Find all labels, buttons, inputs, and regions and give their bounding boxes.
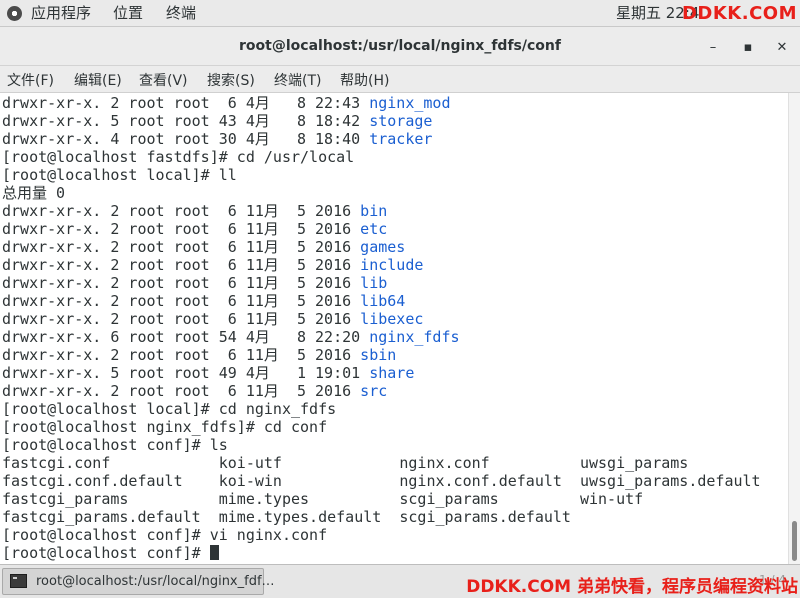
directory-name: bin — [360, 202, 388, 220]
watermark-top: DDKK.COM — [681, 3, 797, 24]
directory-name: storage — [369, 112, 433, 130]
terminal-line: drwxr-xr-x. 2 root root 6 11月 5 2016 lib… — [2, 310, 423, 328]
terminal-line: fastcgi_params mime.types scgi_params wi… — [2, 490, 643, 508]
line-text: drwxr-xr-x. 4 root root 30 4月 8 18:40 — [2, 130, 370, 148]
scrollbar-thumb[interactable] — [792, 521, 797, 561]
directory-name: lib — [360, 274, 388, 292]
directory-name: lib64 — [360, 292, 406, 310]
line-text: drwxr-xr-x. 2 root root 6 11月 5 2016 — [2, 274, 361, 292]
terminal-line: drwxr-xr-x. 4 root root 30 4月 8 18:40 tr… — [2, 130, 432, 148]
text-cursor — [209, 545, 219, 560]
terminal-line: 总用量 0 — [2, 184, 65, 202]
terminal-line: drwxr-xr-x. 2 root root 6 11月 5 2016 inc… — [2, 256, 423, 274]
terminal-line: drwxr-xr-x. 2 root root 6 11月 5 2016 lib — [2, 274, 387, 292]
line-text: [root@localhost conf]# ls — [2, 436, 228, 454]
menu-help[interactable]: 帮助(H) — [340, 70, 389, 90]
line-text: fastcgi_params.default mime.types.defaul… — [2, 508, 571, 526]
terminal-line: drwxr-xr-x. 2 root root 6 4月 8 22:43 ngi… — [2, 94, 450, 112]
watermark-bottom: DDKK.COM 弟弟快看，程序员编程资料站 — [466, 577, 798, 597]
line-text: 总用量 0 — [2, 184, 66, 202]
terminal-line: fastcgi.conf koi-utf nginx.conf uwsgi_pa… — [2, 454, 688, 472]
terminal-line: drwxr-xr-x. 2 root root 6 11月 5 2016 lib… — [2, 292, 405, 310]
directory-name: tracker — [369, 130, 433, 148]
terminal-line: drwxr-xr-x. 5 root root 49 4月 1 19:01 sh… — [2, 364, 414, 382]
line-text: [root@localhost local]# cd nginx_fdfs — [2, 400, 337, 418]
terminal-output[interactable]: drwxr-xr-x. 2 root root 6 4月 8 22:43 ngi… — [0, 93, 788, 564]
directory-name: src — [360, 382, 388, 400]
top-panel: 应用程序 位置 终端 星期五 22:4 DDKK.COM — [0, 0, 800, 27]
directory-name: nginx_mod — [369, 94, 451, 112]
line-text: [root@localhost nginx_fdfs]# cd conf — [2, 418, 328, 436]
line-text: drwxr-xr-x. 2 root root 6 11月 5 2016 — [2, 292, 361, 310]
line-text: [root@localhost fastdfs]# cd /usr/local — [2, 148, 355, 166]
terminal-menu[interactable]: 终端 — [166, 4, 196, 22]
maximize-icon[interactable]: ▪ — [740, 40, 756, 56]
taskbar-window-label: root@localhost:/usr/local/nginx_fdf… — [36, 574, 275, 589]
line-text: drwxr-xr-x. 2 root root 6 11月 5 2016 — [2, 346, 361, 364]
terminal-line: [root@localhost conf]# ls — [2, 436, 228, 454]
terminal-line: [root@localhost conf]# — [2, 544, 219, 562]
menu-view[interactable]: 查看(V) — [139, 70, 188, 90]
menu-terminal[interactable]: 终端(T) — [274, 70, 321, 90]
line-text: fastcgi.conf.default koi-win nginx.conf.… — [2, 472, 761, 490]
minimize-icon[interactable]: – — [705, 40, 721, 56]
terminal-line: fastcgi.conf.default koi-win nginx.conf.… — [2, 472, 761, 490]
line-text: drwxr-xr-x. 2 root root 6 11月 5 2016 — [2, 220, 361, 238]
directory-name: libexec — [360, 310, 424, 328]
terminal-line: [root@localhost local]# ll — [2, 166, 237, 184]
terminal-line: drwxr-xr-x. 2 root root 6 11月 5 2016 bin — [2, 202, 387, 220]
directory-name: include — [360, 256, 424, 274]
directory-name: games — [360, 238, 406, 256]
menu-file[interactable]: 文件(F) — [7, 70, 54, 90]
line-text: drwxr-xr-x. 2 root root 6 11月 5 2016 — [2, 238, 361, 256]
terminal-line: [root@localhost fastdfs]# cd /usr/local — [2, 148, 354, 166]
terminal-line: drwxr-xr-x. 2 root root 6 11月 5 2016 sbi… — [2, 346, 396, 364]
directory-name: etc — [360, 220, 388, 238]
line-text: drwxr-xr-x. 5 root root 49 4月 1 19:01 — [2, 364, 370, 382]
line-text: [root@localhost conf]# vi nginx.conf — [2, 526, 328, 544]
line-text: fastcgi_params mime.types scgi_params wi… — [2, 490, 644, 508]
terminal-line: drwxr-xr-x. 5 root root 43 4月 8 18:42 st… — [2, 112, 432, 130]
line-text: drwxr-xr-x. 5 root root 43 4月 8 18:42 — [2, 112, 370, 130]
window-titlebar[interactable]: root@localhost:/usr/local/nginx_fdfs/con… — [0, 27, 800, 66]
terminal-line: drwxr-xr-x. 2 root root 6 11月 5 2016 etc — [2, 220, 387, 238]
terminal-scrollbar[interactable] — [788, 93, 800, 564]
terminal-line: drwxr-xr-x. 2 root root 6 11月 5 2016 gam… — [2, 238, 405, 256]
directory-name: sbin — [360, 346, 397, 364]
apps-menu-icon[interactable] — [7, 6, 22, 21]
menubar: 文件(F) 编辑(E) 查看(V) 搜索(S) 终端(T) 帮助(H) — [0, 66, 800, 93]
directory-name: share — [369, 364, 415, 382]
applications-menu[interactable]: 应用程序 — [31, 4, 91, 22]
terminal-line: drwxr-xr-x. 6 root root 54 4月 8 22:20 ng… — [2, 328, 460, 346]
menu-edit[interactable]: 编辑(E) — [74, 70, 122, 90]
window-title: root@localhost:/usr/local/nginx_fdfs/con… — [239, 38, 561, 54]
taskbar: root@localhost:/usr/local/nginx_fdf… 1 /… — [0, 564, 800, 598]
taskbar-window-button[interactable]: root@localhost:/usr/local/nginx_fdf… — [2, 568, 275, 595]
line-text: [root@localhost conf]# — [2, 544, 210, 562]
terminal-app-icon — [10, 574, 27, 588]
line-text: [root@localhost local]# ll — [2, 166, 237, 184]
terminal-line: [root@localhost conf]# vi nginx.conf — [2, 526, 327, 544]
terminal-line: [root@localhost local]# cd nginx_fdfs — [2, 400, 336, 418]
line-text: fastcgi.conf koi-utf nginx.conf uwsgi_pa… — [2, 454, 689, 472]
line-text: drwxr-xr-x. 2 root root 6 4月 8 22:43 — [2, 94, 370, 112]
close-icon[interactable]: ✕ — [774, 40, 790, 56]
line-text: drwxr-xr-x. 2 root root 6 11月 5 2016 — [2, 256, 361, 274]
line-text: drwxr-xr-x. 6 root root 54 4月 8 22:20 — [2, 328, 370, 346]
menu-search[interactable]: 搜索(S) — [207, 70, 255, 90]
places-menu[interactable]: 位置 — [113, 4, 143, 22]
line-text: drwxr-xr-x. 2 root root 6 11月 5 2016 — [2, 202, 361, 220]
line-text: drwxr-xr-x. 2 root root 6 11月 5 2016 — [2, 310, 361, 328]
directory-name: nginx_fdfs — [369, 328, 460, 346]
line-text: drwxr-xr-x. 2 root root 6 11月 5 2016 — [2, 382, 361, 400]
terminal-line: [root@localhost nginx_fdfs]# cd conf — [2, 418, 327, 436]
terminal-line: drwxr-xr-x. 2 root root 6 11月 5 2016 src — [2, 382, 387, 400]
terminal-line: fastcgi_params.default mime.types.defaul… — [2, 508, 571, 526]
